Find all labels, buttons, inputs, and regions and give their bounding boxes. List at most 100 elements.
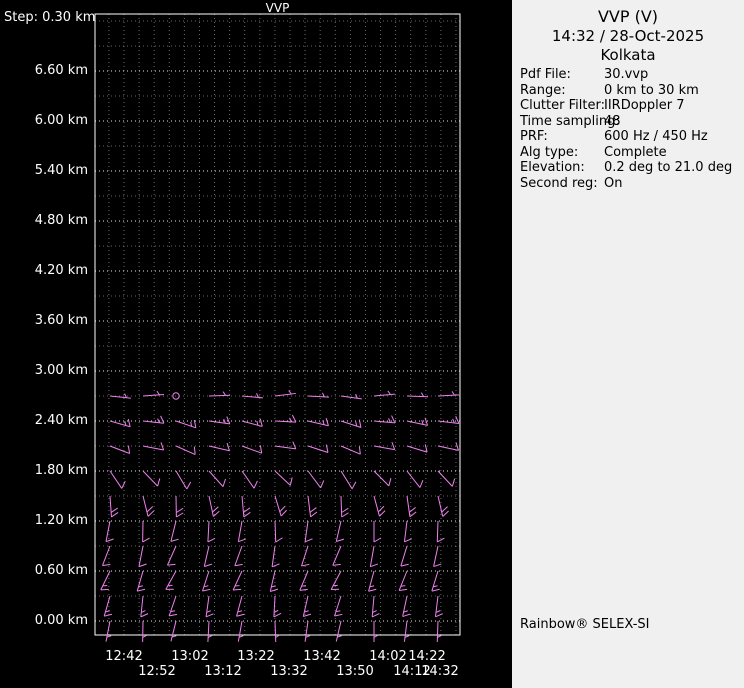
wind-barb — [110, 446, 130, 454]
wind-barb — [275, 496, 287, 516]
x-axis-label: 14:22 — [408, 649, 445, 664]
param-value: 0.2 deg to 21.0 deg — [604, 160, 732, 175]
wind-barb — [374, 521, 381, 542]
wind-barb — [233, 571, 242, 590]
wind-barb — [372, 596, 379, 617]
y-axis-label: 2.40 km — [2, 413, 88, 428]
y-axis-label: 3.00 km — [2, 363, 88, 378]
y-axis-label: 4.80 km — [2, 213, 88, 228]
param-label: Second reg: — [520, 176, 598, 191]
param-label: Clutter Filter: — [520, 98, 605, 113]
info-panel: VVP (V) 14:32 / 28-Oct-2025 Kolkata Pdf … — [512, 0, 744, 688]
wind-barb — [143, 496, 154, 516]
wind-barb — [143, 391, 164, 396]
panel-title: VVP (V) — [512, 7, 744, 26]
y-axis-label: 1.80 km — [2, 463, 88, 478]
x-axis-label: 12:52 — [138, 664, 175, 679]
wind-barb — [341, 471, 356, 489]
wind-barb-plot — [0, 0, 512, 688]
parameter-list: Pdf File:30.vvpRange:0 km to 30 kmClutte… — [520, 67, 742, 191]
wind-barb — [272, 546, 279, 567]
param-row: Pdf File:30.vvp — [520, 67, 742, 83]
wind-barb — [166, 571, 176, 589]
wind-barb — [209, 417, 230, 424]
wind-barb — [209, 471, 226, 487]
wind-barb — [438, 443, 459, 451]
x-axis-label: 12:42 — [105, 649, 142, 664]
wind-barb — [106, 621, 111, 642]
x-axis-label: 13:42 — [303, 649, 340, 664]
wind-barb — [341, 496, 349, 517]
wind-barb — [437, 621, 441, 642]
param-label: Elevation: — [520, 160, 585, 175]
y-axis-label: 4.20 km — [2, 263, 88, 278]
wind-barb — [374, 621, 378, 642]
wind-barb — [333, 546, 341, 565]
wind-barb — [374, 391, 395, 396]
y-axis-label: 6.60 km — [2, 63, 88, 78]
param-label: PRF: — [520, 129, 548, 144]
wind-barb — [139, 546, 147, 567]
wind-barb — [407, 471, 423, 488]
wind-barb — [305, 521, 312, 542]
wind-barb — [275, 521, 283, 542]
wind-barb — [438, 496, 449, 516]
wind-barb — [104, 596, 112, 616]
wind-barb — [399, 571, 407, 590]
wind-barb — [407, 444, 427, 452]
param-value: Complete — [604, 145, 667, 160]
param-row: PRF: 600 Hz / 450 Hz — [520, 129, 742, 145]
wind-barb — [303, 596, 311, 616]
x-axis-label: 13:02 — [171, 649, 208, 664]
wind-barb — [169, 596, 177, 616]
wind-barb — [308, 393, 329, 397]
wind-barb — [209, 392, 230, 396]
wind-barb — [308, 445, 328, 453]
panel-datetime: 14:32 / 28-Oct-2025 — [512, 27, 744, 45]
y-axis-label: 1.20 km — [2, 513, 88, 528]
wind-barb — [308, 471, 324, 488]
wind-barb — [401, 546, 409, 566]
wind-barb — [434, 546, 442, 567]
wind-barb — [110, 496, 118, 517]
wind-barb — [275, 415, 296, 422]
wind-barb — [438, 391, 459, 396]
plot-region: Step: 0.30 km VVP 6.60 km6.00 km5.40 km4… — [0, 0, 512, 688]
wind-barb — [176, 496, 183, 517]
wind-barb — [341, 394, 362, 399]
wind-barb — [336, 621, 341, 641]
wind-barb — [143, 471, 160, 486]
wind-barb — [275, 442, 296, 449]
panel-site: Kolkata — [512, 46, 744, 64]
y-axis-label: 0.60 km — [2, 563, 88, 578]
param-row: Time sampling:48 — [520, 114, 742, 130]
wind-barb — [141, 596, 148, 617]
brand-footer: Rainbow® SELEX-SI — [520, 617, 650, 632]
wind-barb — [374, 471, 391, 486]
x-axis-label: 14:32 — [421, 664, 458, 679]
wind-barb — [176, 471, 191, 489]
wind-barb — [238, 621, 243, 642]
wind-barb — [206, 596, 213, 617]
wind-barb — [143, 621, 147, 642]
wind-barb — [275, 621, 279, 642]
wind-barb — [204, 546, 212, 566]
param-row: Second reg:On — [520, 176, 742, 192]
wind-barb — [407, 418, 428, 426]
wind-barb — [203, 571, 211, 591]
x-axis-label: 13:22 — [237, 649, 274, 664]
y-axis-label: 5.40 km — [2, 163, 88, 178]
wind-barb — [106, 521, 114, 542]
wind-barb — [171, 521, 179, 541]
y-axis-label: 3.60 km — [2, 313, 88, 328]
x-axis-label: 13:32 — [270, 664, 307, 679]
wind-barb — [137, 571, 145, 591]
wind-barb — [242, 471, 257, 488]
y-axis-label: 0.00 km — [2, 613, 88, 628]
param-value: 600 Hz / 450 Hz — [604, 129, 708, 144]
wind-barb — [171, 621, 176, 641]
param-label: Pdf File: — [520, 67, 571, 82]
wind-barb — [308, 496, 317, 517]
param-value: 48 — [604, 114, 621, 129]
wind-barb — [270, 571, 278, 591]
